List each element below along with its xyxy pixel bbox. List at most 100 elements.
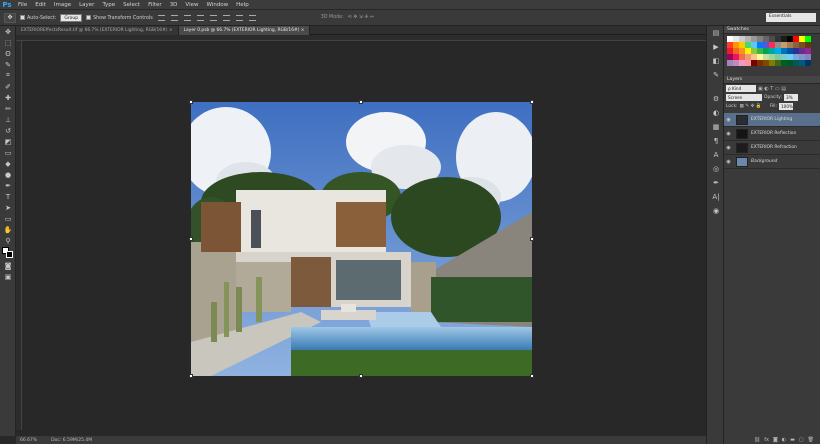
paths-icon[interactable]: ✒ xyxy=(707,176,725,190)
menu-window[interactable]: Window xyxy=(202,0,232,10)
align-middle-icon[interactable] xyxy=(170,14,178,21)
info-icon[interactable]: ◉ xyxy=(707,204,725,218)
show-transform-checkbox[interactable]: Show Transform Controls xyxy=(86,14,153,21)
lock-icons[interactable]: ▦ ✎ ✥ 🔒 xyxy=(740,104,762,109)
transform-handle[interactable] xyxy=(189,100,193,104)
distribute-icon[interactable] xyxy=(235,14,243,21)
marquee-tool-icon[interactable]: ⬚ xyxy=(0,37,16,48)
gradient-tool-icon[interactable]: ▭ xyxy=(0,147,16,158)
visibility-eye-icon[interactable]: ◉ xyxy=(724,131,733,137)
3d-tools-icon[interactable]: ⟲ ✥ ⇲ ✣ ⇔ xyxy=(348,15,374,20)
quick-select-tool-icon[interactable]: ✎ xyxy=(0,59,16,70)
history-brush-icon[interactable]: ↺ xyxy=(0,125,16,136)
filter-icons[interactable]: ▣ ◐ T ▭ ▤ xyxy=(758,86,786,92)
link-icon[interactable]: ⛓ xyxy=(754,437,760,443)
color-swatch[interactable] xyxy=(805,60,811,66)
paragraph-icon[interactable]: ¶ xyxy=(707,134,725,148)
stamp-tool-icon[interactable]: ⊥ xyxy=(0,114,16,125)
move-tool-preset-icon[interactable]: ✥ xyxy=(4,12,16,23)
quick-mask-icon[interactable]: ◙ xyxy=(0,260,16,271)
transform-handle[interactable] xyxy=(530,100,534,104)
mask-icon[interactable]: ◙ xyxy=(773,437,778,443)
new-layer-icon[interactable]: ▢ xyxy=(799,437,804,443)
distribute-h-icon[interactable] xyxy=(248,14,256,21)
zoom-level[interactable]: 66.67% xyxy=(20,438,37,443)
menu-filter[interactable]: Filter xyxy=(144,0,166,10)
align-left-icon[interactable] xyxy=(196,14,204,21)
crop-tool-icon[interactable]: ⌗ xyxy=(0,70,16,81)
move-tool-icon[interactable]: ✥ xyxy=(0,26,16,37)
transform-handle[interactable] xyxy=(530,237,534,241)
visibility-eye-icon[interactable]: ◉ xyxy=(724,145,733,151)
zoom-tool-icon[interactable]: ⚲ xyxy=(0,235,16,246)
document-image[interactable] xyxy=(191,102,532,376)
menu-file[interactable]: File xyxy=(14,0,31,10)
layer-row[interactable]: ◉ Background xyxy=(724,155,820,169)
styles-icon[interactable]: ▦ xyxy=(707,120,725,134)
workspace-switcher[interactable]: Essentials xyxy=(766,13,816,22)
pen-tool-icon[interactable]: ✒ xyxy=(0,180,16,191)
tab-document-2[interactable]: Layer 0.psb @ 66.7% (EXTERIOR Lighting, … xyxy=(178,26,311,35)
swatches-panel-tab[interactable]: Swatches xyxy=(724,26,820,34)
transform-handle[interactable] xyxy=(189,374,193,378)
menu-3d[interactable]: 3D xyxy=(166,0,182,10)
eyedropper-tool-icon[interactable]: ✐ xyxy=(0,81,16,92)
layers-panel-tab[interactable]: Layers xyxy=(724,76,820,84)
path-select-tool-icon[interactable]: ➤ xyxy=(0,202,16,213)
actions-icon[interactable]: ▶ xyxy=(707,40,725,54)
color-icon[interactable]: ◧ xyxy=(707,54,725,68)
menu-edit[interactable]: Edit xyxy=(31,0,50,10)
trash-icon[interactable]: 🗑 xyxy=(808,437,814,443)
layer-row[interactable]: ◉ EXTERIOR Reflection xyxy=(724,127,820,141)
menu-help[interactable]: Help xyxy=(232,0,253,10)
align-bottom-icon[interactable] xyxy=(183,14,191,21)
character-icon[interactable]: A xyxy=(707,148,725,162)
adjustment-layer-icon[interactable]: ◐ xyxy=(782,437,786,443)
align-center-icon[interactable] xyxy=(209,14,217,21)
folder-icon[interactable]: ▬ xyxy=(790,437,795,443)
hand-tool-icon[interactable]: ✋ xyxy=(0,224,16,235)
layer-row[interactable]: ◉ EXTERIOR Refraction xyxy=(724,141,820,155)
menu-view[interactable]: View xyxy=(181,0,202,10)
layer-row[interactable]: ◉ EXTERIOR Lighting xyxy=(724,113,820,127)
transform-handle[interactable] xyxy=(530,374,534,378)
close-icon[interactable]: × xyxy=(169,28,173,33)
blend-mode-select[interactable]: Screen xyxy=(726,94,762,101)
menu-type[interactable]: Type xyxy=(98,0,119,10)
menu-image[interactable]: Image xyxy=(50,0,75,10)
close-icon[interactable]: × xyxy=(301,28,305,33)
brush-tool-icon[interactable]: ✏ xyxy=(0,103,16,114)
visibility-eye-icon[interactable]: ◉ xyxy=(724,117,733,123)
dodge-tool-icon[interactable]: ● xyxy=(0,169,16,180)
channels-icon[interactable]: ◎ xyxy=(707,162,725,176)
properties-icon[interactable]: ⚙ xyxy=(707,92,725,106)
glyph-icon[interactable]: A| xyxy=(707,190,725,204)
layer-filter-kind[interactable]: ρ Kind xyxy=(726,85,756,92)
history-icon[interactable]: ▤ xyxy=(707,26,725,40)
kind-label: Kind xyxy=(732,86,742,91)
auto-select-dropdown[interactable]: Group xyxy=(60,13,83,22)
screen-mode-icon[interactable]: ▣ xyxy=(0,271,16,282)
transform-handle[interactable] xyxy=(359,374,363,378)
transform-handle[interactable] xyxy=(189,237,193,241)
align-right-icon[interactable] xyxy=(222,14,230,21)
eraser-tool-icon[interactable]: ◩ xyxy=(0,136,16,147)
auto-select-checkbox[interactable]: Auto-Select: xyxy=(20,14,56,21)
fx-icon[interactable]: fx xyxy=(764,437,769,443)
align-top-icon[interactable] xyxy=(157,14,165,21)
lasso-tool-icon[interactable]: ʘ xyxy=(0,48,16,59)
shape-tool-icon[interactable]: ▭ xyxy=(0,213,16,224)
tab-document-1[interactable]: EXTERIOREffectsResult.tif @ 66.7% (EXTER… xyxy=(16,26,179,35)
type-tool-icon[interactable]: T xyxy=(0,191,16,202)
blur-tool-icon[interactable]: ◆ xyxy=(0,158,16,169)
opacity-field[interactable]: 3% xyxy=(784,94,799,101)
menu-select[interactable]: Select xyxy=(119,0,144,10)
healing-tool-icon[interactable]: ✚ xyxy=(0,92,16,103)
visibility-eye-icon[interactable]: ◉ xyxy=(724,159,733,165)
menu-layer[interactable]: Layer xyxy=(75,0,98,10)
transform-handle[interactable] xyxy=(359,100,363,104)
adjustments-icon[interactable]: ◐ xyxy=(707,106,725,120)
brush-presets-icon[interactable]: ✎ xyxy=(707,68,725,82)
fill-field[interactable]: 100% xyxy=(779,103,793,110)
color-swatches-icon[interactable] xyxy=(0,246,16,260)
